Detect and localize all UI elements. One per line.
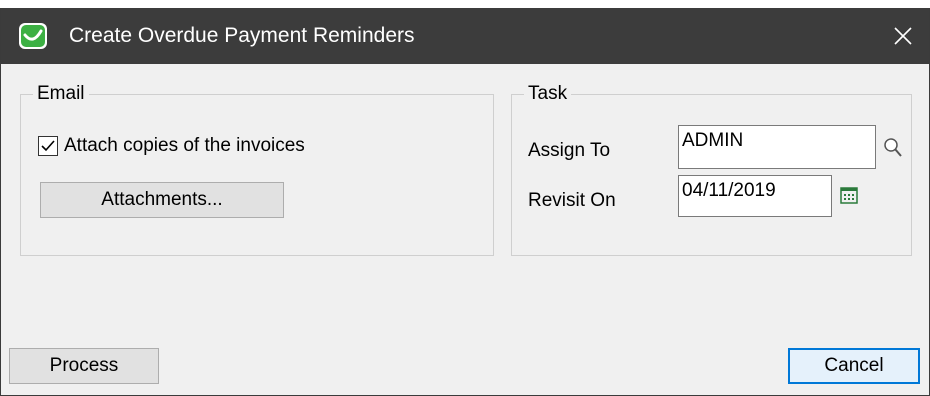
dialog-window: Create Overdue Payment Reminders Email A…: [0, 8, 930, 396]
email-group-legend: Email: [33, 82, 89, 106]
task-group-legend: Task: [524, 82, 572, 106]
close-button[interactable]: [877, 8, 929, 64]
title-bar[interactable]: Create Overdue Payment Reminders: [1, 8, 929, 64]
attach-copies-label: Attach copies of the invoices: [64, 135, 305, 156]
magnifier-icon[interactable]: [882, 136, 904, 163]
revisit-on-input[interactable]: 04/11/2019: [678, 175, 832, 217]
attach-copies-checkbox[interactable]: [38, 136, 58, 156]
app-logo-icon: [18, 22, 48, 50]
cancel-button[interactable]: Cancel: [788, 348, 920, 384]
assign-to-input[interactable]: ADMIN: [678, 125, 876, 169]
close-icon: [894, 27, 912, 45]
attachments-button[interactable]: Attachments...: [40, 182, 284, 218]
attach-copies-checkbox-row[interactable]: Attach copies of the invoices: [38, 135, 305, 157]
checkmark-icon: [41, 140, 55, 152]
calendar-icon[interactable]: [839, 185, 859, 210]
task-group: Task Assign To ADMIN Revisit On 04/11/20…: [511, 82, 912, 256]
revisit-on-label: Revisit On: [528, 190, 616, 211]
process-button[interactable]: Process: [9, 348, 159, 384]
assign-to-label: Assign To: [528, 140, 611, 161]
email-group: Email Attach copies of the invoices Atta…: [20, 82, 494, 256]
window-title: Create Overdue Payment Reminders: [69, 24, 415, 47]
